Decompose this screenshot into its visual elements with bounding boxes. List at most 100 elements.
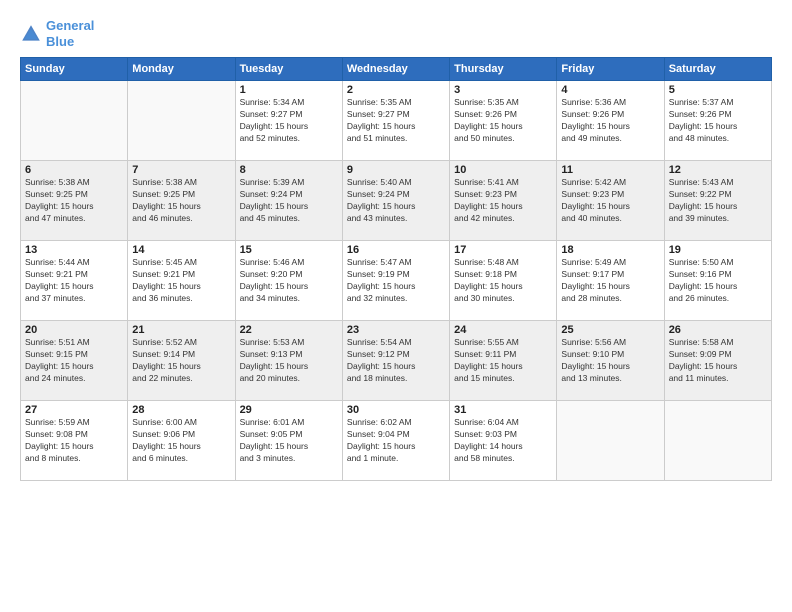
calendar-day-cell: 1Sunrise: 5:34 AM Sunset: 9:27 PM Daylig… (235, 81, 342, 161)
day-info: Sunrise: 5:53 AM Sunset: 9:13 PM Dayligh… (240, 337, 338, 385)
day-number: 12 (669, 164, 767, 176)
day-number: 7 (132, 164, 230, 176)
day-info: Sunrise: 5:48 AM Sunset: 9:18 PM Dayligh… (454, 257, 552, 305)
calendar-day-cell: 5Sunrise: 5:37 AM Sunset: 9:26 PM Daylig… (664, 81, 771, 161)
day-info: Sunrise: 5:51 AM Sunset: 9:15 PM Dayligh… (25, 337, 123, 385)
day-info: Sunrise: 5:45 AM Sunset: 9:21 PM Dayligh… (132, 257, 230, 305)
day-info: Sunrise: 5:43 AM Sunset: 9:22 PM Dayligh… (669, 177, 767, 225)
weekday-header-row: SundayMondayTuesdayWednesdayThursdayFrid… (21, 58, 772, 81)
day-number: 22 (240, 324, 338, 336)
calendar-day-cell: 12Sunrise: 5:43 AM Sunset: 9:22 PM Dayli… (664, 161, 771, 241)
day-number: 15 (240, 244, 338, 256)
day-number: 25 (561, 324, 659, 336)
day-info: Sunrise: 5:50 AM Sunset: 9:16 PM Dayligh… (669, 257, 767, 305)
day-number: 14 (132, 244, 230, 256)
day-info: Sunrise: 5:46 AM Sunset: 9:20 PM Dayligh… (240, 257, 338, 305)
day-number: 13 (25, 244, 123, 256)
day-info: Sunrise: 5:35 AM Sunset: 9:27 PM Dayligh… (347, 97, 445, 145)
weekday-header-tuesday: Tuesday (235, 58, 342, 81)
page: General Blue SundayMondayTuesdayWednesda… (0, 0, 792, 612)
day-info: Sunrise: 5:58 AM Sunset: 9:09 PM Dayligh… (669, 337, 767, 385)
day-number: 21 (132, 324, 230, 336)
day-number: 30 (347, 404, 445, 416)
day-number: 8 (240, 164, 338, 176)
day-number: 4 (561, 84, 659, 96)
day-info: Sunrise: 5:37 AM Sunset: 9:26 PM Dayligh… (669, 97, 767, 145)
calendar-day-cell: 16Sunrise: 5:47 AM Sunset: 9:19 PM Dayli… (342, 241, 449, 321)
day-number: 17 (454, 244, 552, 256)
calendar-week-row: 6Sunrise: 5:38 AM Sunset: 9:25 PM Daylig… (21, 161, 772, 241)
calendar-day-cell: 13Sunrise: 5:44 AM Sunset: 9:21 PM Dayli… (21, 241, 128, 321)
calendar-day-cell: 27Sunrise: 5:59 AM Sunset: 9:08 PM Dayli… (21, 401, 128, 481)
day-number: 20 (25, 324, 123, 336)
calendar-day-cell: 7Sunrise: 5:38 AM Sunset: 9:25 PM Daylig… (128, 161, 235, 241)
day-info: Sunrise: 5:35 AM Sunset: 9:26 PM Dayligh… (454, 97, 552, 145)
day-info: Sunrise: 5:59 AM Sunset: 9:08 PM Dayligh… (25, 417, 123, 465)
day-number: 6 (25, 164, 123, 176)
day-number: 9 (347, 164, 445, 176)
day-info: Sunrise: 5:47 AM Sunset: 9:19 PM Dayligh… (347, 257, 445, 305)
day-info: Sunrise: 5:36 AM Sunset: 9:26 PM Dayligh… (561, 97, 659, 145)
day-number: 27 (25, 404, 123, 416)
calendar-day-cell: 22Sunrise: 5:53 AM Sunset: 9:13 PM Dayli… (235, 321, 342, 401)
day-number: 31 (454, 404, 552, 416)
day-number: 26 (669, 324, 767, 336)
calendar-day-cell: 18Sunrise: 5:49 AM Sunset: 9:17 PM Dayli… (557, 241, 664, 321)
day-number: 5 (669, 84, 767, 96)
day-number: 11 (561, 164, 659, 176)
calendar-week-row: 13Sunrise: 5:44 AM Sunset: 9:21 PM Dayli… (21, 241, 772, 321)
calendar-empty-cell (128, 81, 235, 161)
calendar-day-cell: 2Sunrise: 5:35 AM Sunset: 9:27 PM Daylig… (342, 81, 449, 161)
calendar-day-cell: 8Sunrise: 5:39 AM Sunset: 9:24 PM Daylig… (235, 161, 342, 241)
calendar-week-row: 20Sunrise: 5:51 AM Sunset: 9:15 PM Dayli… (21, 321, 772, 401)
day-info: Sunrise: 6:02 AM Sunset: 9:04 PM Dayligh… (347, 417, 445, 465)
weekday-header-monday: Monday (128, 58, 235, 81)
day-info: Sunrise: 5:41 AM Sunset: 9:23 PM Dayligh… (454, 177, 552, 225)
day-number: 23 (347, 324, 445, 336)
calendar-day-cell: 29Sunrise: 6:01 AM Sunset: 9:05 PM Dayli… (235, 401, 342, 481)
calendar-day-cell: 3Sunrise: 5:35 AM Sunset: 9:26 PM Daylig… (450, 81, 557, 161)
calendar-day-cell: 19Sunrise: 5:50 AM Sunset: 9:16 PM Dayli… (664, 241, 771, 321)
day-number: 24 (454, 324, 552, 336)
weekday-header-thursday: Thursday (450, 58, 557, 81)
day-number: 18 (561, 244, 659, 256)
calendar-day-cell: 31Sunrise: 6:04 AM Sunset: 9:03 PM Dayli… (450, 401, 557, 481)
calendar-day-cell: 26Sunrise: 5:58 AM Sunset: 9:09 PM Dayli… (664, 321, 771, 401)
header: General Blue (20, 18, 772, 49)
calendar-week-row: 27Sunrise: 5:59 AM Sunset: 9:08 PM Dayli… (21, 401, 772, 481)
day-info: Sunrise: 5:55 AM Sunset: 9:11 PM Dayligh… (454, 337, 552, 385)
calendar-day-cell: 4Sunrise: 5:36 AM Sunset: 9:26 PM Daylig… (557, 81, 664, 161)
day-info: Sunrise: 5:42 AM Sunset: 9:23 PM Dayligh… (561, 177, 659, 225)
day-info: Sunrise: 5:54 AM Sunset: 9:12 PM Dayligh… (347, 337, 445, 385)
day-info: Sunrise: 5:44 AM Sunset: 9:21 PM Dayligh… (25, 257, 123, 305)
calendar-day-cell: 25Sunrise: 5:56 AM Sunset: 9:10 PM Dayli… (557, 321, 664, 401)
calendar-day-cell: 15Sunrise: 5:46 AM Sunset: 9:20 PM Dayli… (235, 241, 342, 321)
day-number: 29 (240, 404, 338, 416)
calendar-day-cell: 10Sunrise: 5:41 AM Sunset: 9:23 PM Dayli… (450, 161, 557, 241)
calendar-day-cell: 20Sunrise: 5:51 AM Sunset: 9:15 PM Dayli… (21, 321, 128, 401)
day-number: 16 (347, 244, 445, 256)
calendar-day-cell: 11Sunrise: 5:42 AM Sunset: 9:23 PM Dayli… (557, 161, 664, 241)
calendar-day-cell: 21Sunrise: 5:52 AM Sunset: 9:14 PM Dayli… (128, 321, 235, 401)
day-info: Sunrise: 6:00 AM Sunset: 9:06 PM Dayligh… (132, 417, 230, 465)
day-number: 28 (132, 404, 230, 416)
day-info: Sunrise: 5:49 AM Sunset: 9:17 PM Dayligh… (561, 257, 659, 305)
logo-icon (20, 23, 42, 45)
weekday-header-wednesday: Wednesday (342, 58, 449, 81)
day-info: Sunrise: 5:34 AM Sunset: 9:27 PM Dayligh… (240, 97, 338, 145)
day-number: 3 (454, 84, 552, 96)
calendar-day-cell: 9Sunrise: 5:40 AM Sunset: 9:24 PM Daylig… (342, 161, 449, 241)
calendar-day-cell: 17Sunrise: 5:48 AM Sunset: 9:18 PM Dayli… (450, 241, 557, 321)
day-info: Sunrise: 5:38 AM Sunset: 9:25 PM Dayligh… (132, 177, 230, 225)
day-info: Sunrise: 5:38 AM Sunset: 9:25 PM Dayligh… (25, 177, 123, 225)
calendar-day-cell: 6Sunrise: 5:38 AM Sunset: 9:25 PM Daylig… (21, 161, 128, 241)
day-info: Sunrise: 5:52 AM Sunset: 9:14 PM Dayligh… (132, 337, 230, 385)
calendar-empty-cell (557, 401, 664, 481)
day-info: Sunrise: 5:56 AM Sunset: 9:10 PM Dayligh… (561, 337, 659, 385)
calendar-table: SundayMondayTuesdayWednesdayThursdayFrid… (20, 57, 772, 481)
weekday-header-saturday: Saturday (664, 58, 771, 81)
day-info: Sunrise: 6:01 AM Sunset: 9:05 PM Dayligh… (240, 417, 338, 465)
calendar-day-cell: 30Sunrise: 6:02 AM Sunset: 9:04 PM Dayli… (342, 401, 449, 481)
weekday-header-friday: Friday (557, 58, 664, 81)
day-info: Sunrise: 6:04 AM Sunset: 9:03 PM Dayligh… (454, 417, 552, 465)
